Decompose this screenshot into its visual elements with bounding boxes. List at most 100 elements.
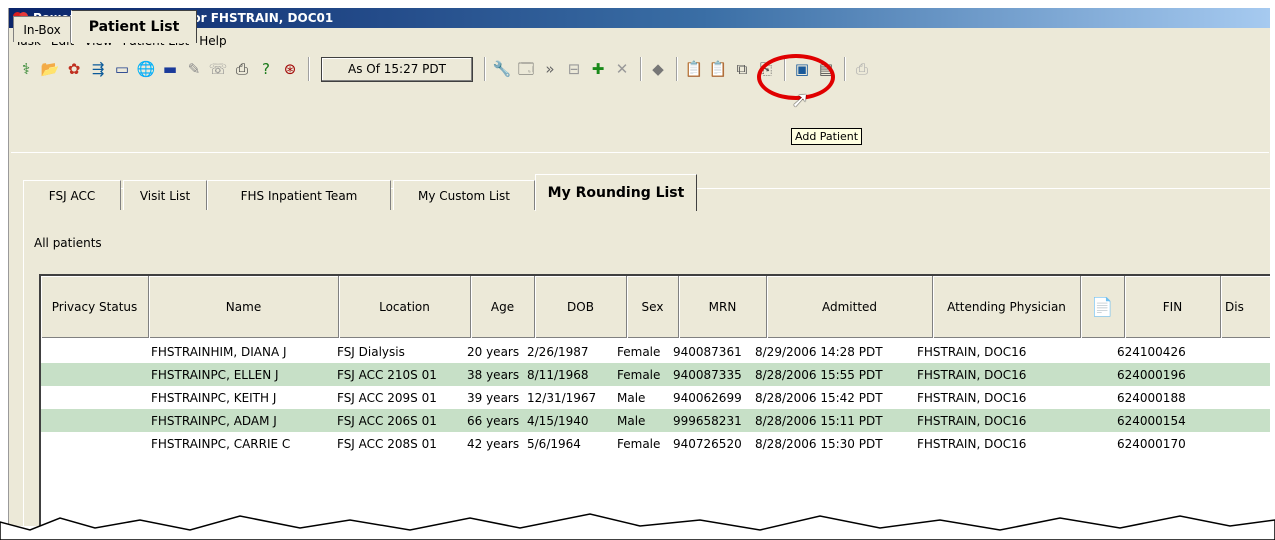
forward-icon[interactable]: »: [539, 58, 561, 80]
cell-attending: FHSTRAIN, DOC16: [917, 413, 1027, 428]
copy-icon[interactable]: ⧉: [731, 58, 753, 80]
torn-edge-decoration: [0, 513, 1275, 540]
cell-age: 38 years: [467, 367, 520, 382]
message-icon[interactable]: ▬: [159, 58, 181, 80]
clipboard-icon[interactable]: 📋: [683, 58, 705, 80]
cell-fin: 624000188: [1117, 390, 1186, 405]
tab-my-rounding-list[interactable]: My Rounding List: [535, 174, 697, 211]
col-sex[interactable]: Sex: [627, 276, 679, 338]
col-dis[interactable]: Dis: [1221, 276, 1270, 338]
cell-dob: 4/15/1940: [527, 413, 589, 428]
title-bar: PowerChart Organizer for FHSTRAIN, DOC01: [9, 8, 1270, 28]
list-properties-icon[interactable]: 🗔: [515, 58, 537, 80]
cell-attending: FHSTRAIN, DOC16: [917, 436, 1027, 451]
clipboard-check-icon[interactable]: 📋: [707, 58, 729, 80]
cell-mrn: 999658231: [673, 413, 742, 428]
cell-attending: FHSTRAIN, DOC16: [917, 367, 1027, 382]
cell-sex: Female: [617, 344, 661, 359]
refresh-icon[interactable]: ✿: [63, 58, 85, 80]
cell-fin: 624000154: [1117, 413, 1186, 428]
phone-icon[interactable]: ☏: [207, 58, 229, 80]
cell-fin: 624100426: [1117, 344, 1186, 359]
cell-location: FSJ ACC 206S 01: [337, 413, 437, 428]
toolbar-separator: [844, 57, 846, 81]
table-row[interactable]: FHSTRAINPC, ELLEN J FSJ ACC 210S 01 38 y…: [41, 363, 1270, 386]
toolbar-separator: [484, 57, 486, 81]
patient-table: Privacy Status Name Location Age DOB Sex…: [39, 274, 1270, 526]
col-fin[interactable]: FIN: [1125, 276, 1221, 338]
cell-name: FHSTRAINPC, ELLEN J: [151, 367, 279, 382]
cell-name: FHSTRAINPC, ADAM J: [151, 413, 277, 428]
open-folder-icon[interactable]: 📂: [39, 58, 61, 80]
clock-icon[interactable]: ⊛: [279, 58, 301, 80]
toolbar-separator: [640, 57, 642, 81]
table-row[interactable]: FHSTRAINHIM, DIANA J FSJ Dialysis 20 yea…: [41, 340, 1270, 363]
table-row[interactable]: FHSTRAINPC, CARRIE C FSJ ACC 208S 01 42 …: [41, 432, 1270, 455]
cell-admitted: 8/28/2006 15:11 PDT: [755, 413, 883, 428]
globe-icon[interactable]: 🌐: [135, 58, 157, 80]
toolbar: ⚕ 📂 ✿ ⇶ ▭ 🌐 ▬ ✎ ☏ ⎙ ? ⊛ As Of 15:27 PDT …: [9, 54, 875, 84]
as-of-button[interactable]: As Of 15:27 PDT: [321, 56, 473, 82]
cell-location: FSJ ACC 210S 01: [337, 367, 437, 382]
print-disabled-icon[interactable]: ⎙: [851, 58, 873, 80]
col-mrn[interactable]: MRN: [679, 276, 767, 338]
tracking-icon[interactable]: ⇶: [87, 58, 109, 80]
cell-sex: Male: [617, 390, 646, 405]
help-icon[interactable]: ?: [255, 58, 277, 80]
cell-fin: 624000196: [1117, 367, 1186, 382]
cell-admitted: 8/28/2006 15:42 PDT: [755, 390, 883, 405]
col-dob[interactable]: DOB: [535, 276, 627, 338]
app-window: PowerChart Organizer for FHSTRAIN, DOC01…: [8, 8, 1270, 526]
col-admitted[interactable]: Admitted: [767, 276, 933, 338]
properties-icon[interactable]: 🔧: [491, 58, 513, 80]
dictation-icon[interactable]: ✎: [183, 58, 205, 80]
cell-sex: Male: [617, 413, 646, 428]
navigate-icon[interactable]: ◆: [647, 58, 669, 80]
add-patient-tooltip: Add Patient: [791, 128, 863, 145]
col-privacy-status[interactable]: Privacy Status: [41, 276, 149, 338]
remove-list-icon[interactable]: ⊟: [563, 58, 585, 80]
mouse-cursor-icon: ➚: [791, 88, 810, 113]
table-row[interactable]: FHSTRAINPC, ADAM J FSJ ACC 206S 01 66 ye…: [41, 409, 1270, 432]
col-notes[interactable]: 📄: [1081, 276, 1125, 338]
cell-dob: 2/26/1987: [527, 344, 589, 359]
col-age[interactable]: Age: [471, 276, 535, 338]
table-header: Privacy Status Name Location Age DOB Sex…: [41, 276, 1270, 338]
toolbar-separator: [308, 57, 310, 81]
cell-age: 66 years: [467, 413, 520, 428]
cell-mrn: 940726520: [673, 436, 742, 451]
tab-my-custom-list[interactable]: My Custom List: [393, 180, 535, 210]
cell-fin: 624000170: [1117, 436, 1186, 451]
tab-fhs-inpatient-team[interactable]: FHS Inpatient Team: [207, 180, 391, 210]
filter-label: All patients: [34, 236, 102, 250]
cell-mrn: 940062699: [673, 390, 742, 405]
calendar-icon[interactable]: ▭: [111, 58, 133, 80]
cell-mrn: 940087335: [673, 367, 742, 382]
tab-patient-list[interactable]: Patient List: [71, 10, 197, 43]
cell-admitted: 8/28/2006 15:55 PDT: [755, 367, 883, 382]
toolbar-separator: [676, 57, 678, 81]
col-location[interactable]: Location: [339, 276, 471, 338]
print-icon[interactable]: ⎙: [231, 58, 253, 80]
cell-admitted: 8/28/2006 15:30 PDT: [755, 436, 883, 451]
col-name[interactable]: Name: [149, 276, 339, 338]
cell-dob: 12/31/1967: [527, 390, 597, 405]
menu-help[interactable]: Help: [197, 34, 234, 48]
cell-name: FHSTRAINHIM, DIANA J: [151, 344, 287, 359]
cell-dob: 8/11/1968: [527, 367, 589, 382]
cell-location: FSJ ACC 208S 01: [337, 436, 437, 451]
tab-fsj-acc[interactable]: FSJ ACC: [23, 180, 121, 210]
cell-age: 39 years: [467, 390, 520, 405]
cell-dob: 5/6/1964: [527, 436, 581, 451]
cell-name: FHSTRAINPC, CARRIE C: [151, 436, 291, 451]
tab-in-box[interactable]: In-Box: [13, 16, 71, 42]
col-attending-physician[interactable]: Attending Physician: [933, 276, 1081, 338]
table-body: FHSTRAINHIM, DIANA J FSJ Dialysis 20 yea…: [41, 340, 1270, 455]
patient-search-icon[interactable]: ⚕: [15, 58, 37, 80]
cell-name: FHSTRAINPC, KEITH J: [151, 390, 277, 405]
cell-sex: Female: [617, 436, 661, 451]
remove-patient-icon[interactable]: ✕: [611, 58, 633, 80]
table-row[interactable]: FHSTRAINPC, KEITH J FSJ ACC 209S 01 39 y…: [41, 386, 1270, 409]
add-patient-icon[interactable]: ✚: [587, 58, 609, 80]
tab-visit-list[interactable]: Visit List: [123, 180, 207, 210]
